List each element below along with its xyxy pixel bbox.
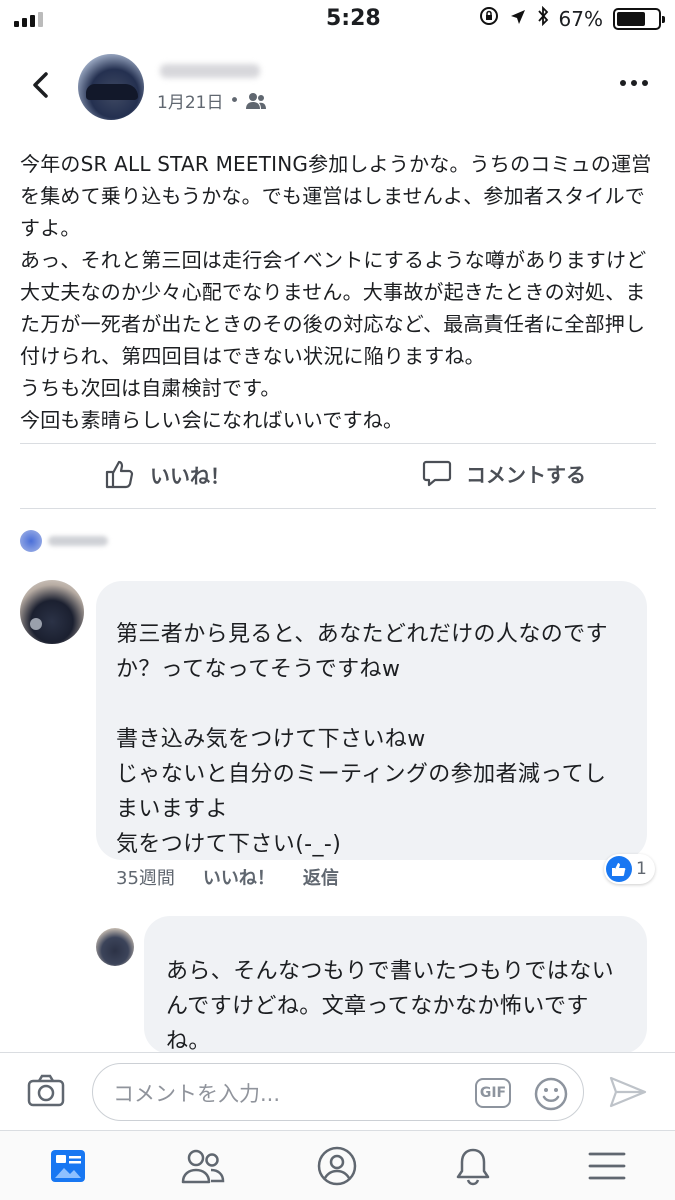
comment-meta: 35週間 いいね！ 返信 [116, 864, 339, 890]
status-bar: 5:28 67% [0, 0, 675, 40]
news-feed-icon [51, 1150, 85, 1182]
divider [20, 508, 656, 509]
comment-reaction-count[interactable]: 1 [604, 854, 655, 884]
send-icon [609, 1076, 647, 1108]
signal-strength-icon [14, 12, 43, 27]
post-text: 今年のSR ALL STAR MEETING参加しようかな。うちのコミュの運営を… [20, 152, 652, 432]
meta-separator: • [229, 90, 240, 111]
post-meta: 1月21日 • [157, 88, 267, 113]
tab-menu[interactable] [582, 1143, 632, 1189]
more-options-button[interactable] [620, 80, 648, 86]
friends-icon [181, 1149, 225, 1184]
reaction-count: 1 [636, 859, 647, 879]
name-redacted [48, 536, 108, 546]
author-name-redacted[interactable] [160, 64, 260, 78]
battery-percent: 67% [558, 6, 603, 31]
tab-news-feed[interactable] [43, 1143, 93, 1189]
profile-icon [317, 1146, 357, 1186]
commenter-avatar[interactable] [20, 580, 84, 644]
battery-icon [613, 7, 665, 30]
status-right: 67% [479, 5, 665, 31]
send-button[interactable] [608, 1075, 648, 1113]
menu-icon [588, 1152, 626, 1180]
comment-like-link[interactable]: いいね！ [203, 864, 275, 890]
comment-button[interactable]: コメントする [422, 458, 586, 488]
status-time: 5:28 [326, 6, 381, 31]
ellipsis-icon [620, 80, 626, 86]
comment-bubble-icon [422, 460, 452, 487]
author-avatar[interactable] [78, 54, 144, 120]
smiley-icon[interactable] [533, 1076, 569, 1116]
comment-bubble: 第三者から見ると、あなたどれだけの人なのですか？ってなってそうですねw 書き込み… [96, 581, 647, 860]
post-date[interactable]: 1月21日 [157, 88, 223, 113]
friends-icon [246, 92, 267, 109]
comment-reply-link[interactable]: 返信 [303, 864, 339, 890]
comment-input[interactable]: コメントを入力... GIF [92, 1063, 584, 1121]
bell-icon [456, 1148, 490, 1186]
comment-label: コメントする [466, 462, 586, 487]
location-arrow-icon [509, 7, 527, 31]
mini-avatar [20, 530, 42, 552]
tab-friends[interactable] [178, 1143, 228, 1189]
like-reaction-icon [606, 856, 632, 882]
tab-profile[interactable] [312, 1143, 362, 1189]
like-label: いいね！ [150, 463, 230, 488]
camera-button[interactable] [26, 1073, 66, 1113]
tab-notifications[interactable] [448, 1143, 498, 1189]
thumbs-up-icon [105, 460, 134, 489]
comment-placeholder: コメントを入力... [113, 1082, 281, 1106]
back-button[interactable] [26, 68, 56, 102]
gif-button[interactable]: GIF [475, 1078, 511, 1108]
divider [20, 443, 656, 444]
bluetooth-icon [537, 5, 549, 31]
reply-bubble: あら、そんなつもりで書いたつもりではないんですけどね。文章ってなかなか怖いですね… [144, 916, 647, 1054]
comment-time: 35週間 [116, 868, 175, 889]
chevron-left-icon [33, 72, 48, 98]
like-button[interactable]: いいね！ [104, 458, 230, 490]
bottom-tab-bar [0, 1130, 675, 1200]
orientation-lock-icon [479, 6, 499, 31]
reactions-summary-redacted[interactable] [20, 530, 108, 552]
comment-input-bar: コメントを入力... GIF [0, 1052, 675, 1130]
reply-avatar[interactable] [96, 928, 134, 966]
camera-icon [27, 1074, 65, 1107]
